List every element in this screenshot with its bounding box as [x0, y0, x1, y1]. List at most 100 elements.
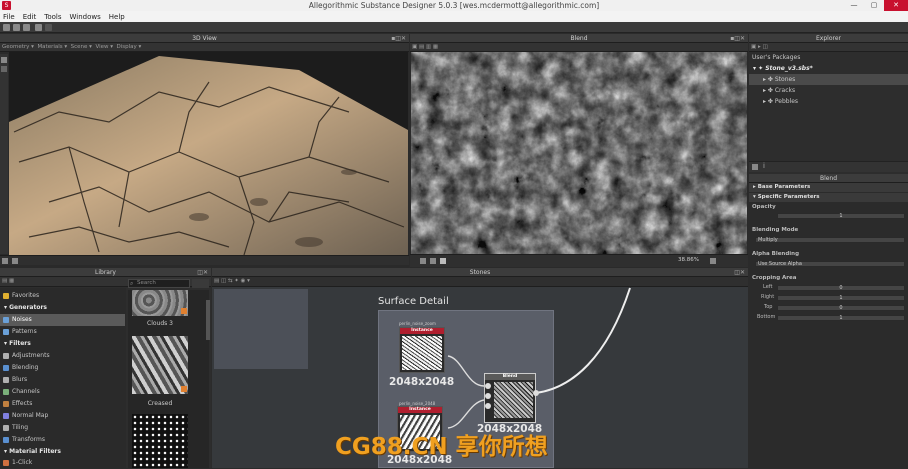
channel-rgb-icon[interactable] — [420, 258, 426, 264]
library-transforms[interactable]: Transforms — [0, 434, 125, 446]
save-icon[interactable] — [23, 24, 30, 31]
node-thumbnail — [494, 382, 533, 418]
explorer-item-pebbles[interactable]: ▸ ✤ Pebbles — [749, 96, 908, 107]
blur-icon — [3, 377, 9, 383]
zoom-level[interactable]: 38.86% — [678, 257, 699, 263]
library-blurs[interactable]: Blurs — [0, 374, 125, 386]
library-1-click[interactable]: 1-Click — [0, 457, 125, 469]
channel-alpha-icon[interactable] — [430, 258, 436, 264]
stone-surface-render — [9, 56, 408, 255]
library-item-label: 1-Click — [12, 459, 33, 466]
library-filter-button[interactable] — [192, 279, 209, 288]
node-title: Instance — [398, 407, 442, 413]
input-port-foreground[interactable] — [485, 393, 491, 399]
pin-icon[interactable] — [752, 164, 758, 170]
3d-viewport[interactable] — [9, 52, 408, 255]
minimize-button[interactable]: — — [844, 0, 864, 11]
view-mode-icon[interactable]: ▣ ▤ ▥ ▦ — [412, 44, 438, 50]
blend-node[interactable]: Blend — [484, 373, 536, 423]
input-port-mask[interactable] — [485, 403, 491, 409]
library-view-icon[interactable]: ▤ ▦ — [2, 278, 14, 284]
library-tiling[interactable]: Tiling — [0, 422, 125, 434]
menu-file[interactable]: File — [3, 13, 15, 21]
section-specific-parameters[interactable]: ▾ Specific Parameters — [749, 193, 908, 202]
badge-icon — [181, 386, 187, 392]
instance-node-1[interactable]: Instance — [399, 327, 445, 373]
crop-bottom-slider[interactable]: 1 — [777, 315, 905, 321]
view3d-menu-geometry[interactable]: Geometry ▾ — [2, 44, 34, 50]
app-icon: S — [2, 1, 11, 10]
undo-icon[interactable] — [35, 24, 42, 31]
input-port-background[interactable] — [485, 383, 491, 389]
view3d-side-toolbar — [0, 54, 8, 254]
rotate-tool-icon[interactable] — [1, 66, 7, 72]
view3d-menu-view[interactable]: View ▾ — [95, 44, 113, 50]
menu-tools[interactable]: Tools — [44, 13, 61, 21]
library-scrollbar[interactable] — [206, 300, 210, 340]
2d-viewport[interactable] — [411, 52, 747, 254]
output-port[interactable] — [533, 390, 539, 396]
node-caption: perlin_noise_zoom — [399, 321, 436, 326]
fit-view-icon[interactable] — [710, 258, 716, 264]
library-item-label: Blending — [12, 364, 39, 371]
menu-help[interactable]: Help — [109, 13, 125, 21]
tiling-icon[interactable] — [440, 258, 446, 264]
light-icon[interactable] — [12, 258, 18, 264]
library-item-label: Blurs — [12, 376, 28, 383]
library-normal-map[interactable]: Normal Map — [0, 410, 125, 422]
library-category-filters[interactable]: ▾ Filters — [0, 338, 125, 350]
explorer-item-cracks[interactable]: ▸ ✤ Cracks — [749, 85, 908, 96]
panel-options-icon[interactable]: ▪◫✕ — [391, 35, 406, 42]
library-patterns[interactable]: Patterns — [0, 326, 125, 338]
node-thumbnail — [402, 336, 442, 370]
crop-right-slider[interactable]: 1 — [777, 295, 905, 301]
section-base-parameters[interactable]: ▸ Base Parameters — [749, 183, 908, 192]
library-noises[interactable]: Noises — [0, 314, 125, 326]
panel-options-icon[interactable]: ▪◫✕ — [730, 35, 745, 42]
section-label: Base Parameters — [757, 184, 811, 190]
view3d-menu-display[interactable]: Display ▾ — [117, 44, 142, 50]
maximize-button[interactable]: ▢ — [864, 0, 884, 11]
crop-left-slider[interactable]: 0 — [777, 285, 905, 291]
library-category-generators[interactable]: ▾ Generators — [0, 302, 125, 314]
info-icon[interactable]: i — [763, 162, 765, 170]
panel-options-icon[interactable]: ◫✕ — [197, 269, 208, 276]
menu-windows[interactable]: Windows — [70, 13, 101, 21]
open-file-icon[interactable] — [13, 24, 20, 31]
view3d-menu-materials[interactable]: Materials ▾ — [37, 44, 67, 50]
close-button[interactable]: ✕ — [884, 0, 908, 11]
library-search-input[interactable]: Search — [128, 279, 190, 288]
library-item-label: Effects — [12, 400, 33, 407]
alpha-blending-select[interactable]: Use Source Alpha — [755, 261, 905, 267]
redo-icon[interactable] — [45, 24, 52, 31]
thumbnail-label: Clouds 3 — [147, 320, 173, 327]
package-name: Stone_v3.sbs* — [765, 65, 813, 72]
tiling-icon — [3, 425, 9, 431]
thumbnail-crystal[interactable] — [132, 414, 188, 468]
explorer-item-stones[interactable]: ▸ ✤ Stones — [749, 74, 908, 85]
thumbnail-creased[interactable] — [132, 336, 188, 394]
opacity-label: Opacity — [752, 204, 776, 210]
cropping-area-label: Cropping Area — [752, 275, 797, 281]
library-adjustments[interactable]: Adjustments — [0, 350, 125, 362]
library-favorites[interactable]: Favorites — [0, 290, 125, 302]
section-label: Specific Parameters — [757, 194, 820, 200]
library-effects[interactable]: Effects — [0, 398, 125, 410]
crop-top-slider[interactable]: 0 — [777, 305, 905, 311]
select-tool-icon[interactable] — [1, 57, 7, 63]
library-blending[interactable]: Blending — [0, 362, 125, 374]
badge-icon — [181, 308, 187, 314]
view3d-menu-scene[interactable]: Scene ▾ — [71, 44, 92, 50]
library-item-label: Transforms — [12, 436, 45, 443]
library-channels[interactable]: Channels — [0, 386, 125, 398]
menu-edit[interactable]: Edit — [23, 13, 37, 21]
new-package-icon[interactable]: ▣ ▸ ◫ — [751, 44, 768, 50]
library-item-label: Patterns — [12, 328, 37, 335]
new-file-icon[interactable] — [3, 24, 10, 31]
thumbnail-clouds-3[interactable] — [132, 290, 188, 316]
camera-icon[interactable] — [2, 258, 8, 264]
opacity-slider[interactable]: 1 — [777, 213, 905, 219]
blending-mode-select[interactable]: Multiply — [755, 237, 905, 243]
package-item[interactable]: ▾ ✦ Stone_v3.sbs* — [749, 63, 908, 74]
pattern-icon — [3, 329, 9, 335]
